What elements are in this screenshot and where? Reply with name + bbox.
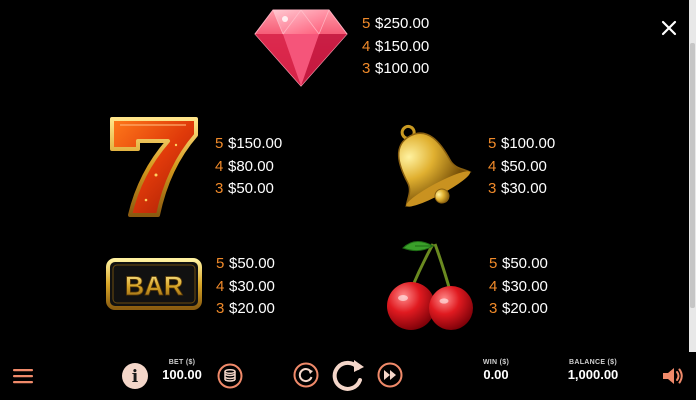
payout-count: 4 xyxy=(489,277,498,295)
payout-row: 3 $20.00 xyxy=(216,298,275,321)
close-icon xyxy=(661,20,677,36)
turbo-button[interactable] xyxy=(377,362,403,388)
payout-count: 3 xyxy=(489,300,498,317)
payout-count: 3 xyxy=(216,300,225,317)
payout-row: 5 $250.00 xyxy=(362,13,429,36)
payout-amount: $30.00 xyxy=(502,277,548,295)
info-glyph: i xyxy=(132,367,139,387)
payout-row: 3 $50.00 xyxy=(215,178,282,201)
payout-amount: $30.00 xyxy=(229,277,275,295)
bell-payouts: 5 $100.00 4 $50.00 3 $30.00 xyxy=(488,133,555,201)
seven-payouts: 5 $150.00 4 $80.00 3 $50.00 xyxy=(215,133,282,201)
spin-button[interactable] xyxy=(330,356,366,394)
balance-display: BALANCE ($) 1,000.00 xyxy=(553,358,633,383)
payout-count: 3 xyxy=(215,180,224,197)
payout-count: 4 xyxy=(362,37,371,55)
payout-count: 5 xyxy=(488,135,497,152)
bet-display: BET ($) 100.00 xyxy=(156,358,208,383)
payout-count: 5 xyxy=(489,255,498,272)
bottom-control-bar: i BET ($) 100.00 WIN ($) 0.00 BALANCE ($… xyxy=(0,352,696,400)
payout-row: 3 $30.00 xyxy=(488,178,555,201)
coin-stack-icon xyxy=(217,363,243,389)
payout-row: 4 $80.00 xyxy=(215,156,282,179)
payout-row: 3 $100.00 xyxy=(362,58,429,81)
payout-amount: $30.00 xyxy=(501,180,547,197)
scrollbar-thumb[interactable] xyxy=(690,43,695,308)
diamond-symbol-icon xyxy=(254,9,348,87)
scrollbar[interactable] xyxy=(689,0,696,352)
balance-label: BALANCE ($) xyxy=(568,359,618,366)
payout-row: 4 $30.00 xyxy=(216,276,275,299)
autoplay-button[interactable] xyxy=(293,362,319,388)
menu-icon xyxy=(13,369,33,384)
bell-symbol-icon xyxy=(397,124,472,208)
payout-count: 4 xyxy=(488,157,497,175)
payout-amount: $150.00 xyxy=(375,37,430,55)
payout-amount: $100.00 xyxy=(375,60,430,77)
win-label: WIN ($) xyxy=(482,359,510,366)
payout-amount: $20.00 xyxy=(229,300,275,317)
payout-amount: $100.00 xyxy=(501,135,556,152)
bar-symbol-label: BAR xyxy=(125,271,184,301)
payout-row: 4 $50.00 xyxy=(488,156,555,179)
payout-amount: $50.00 xyxy=(229,255,275,272)
payout-amount: $80.00 xyxy=(228,157,274,175)
payout-row: 5 $50.00 xyxy=(489,253,548,276)
payout-count: 4 xyxy=(215,157,224,175)
paytable-screen: 5 $250.00 4 $150.00 3 $100.00 5 $150.00 4 $80… xyxy=(0,0,696,400)
payout-row: 5 $50.00 xyxy=(216,253,275,276)
payout-row: 3 $20.00 xyxy=(489,298,548,321)
bet-value: 100.00 xyxy=(162,367,202,382)
bar-symbol-icon: BAR xyxy=(106,258,202,310)
payout-row: 5 $100.00 xyxy=(488,133,555,156)
payout-amount: $50.00 xyxy=(502,255,548,272)
spin-icon xyxy=(332,360,364,391)
balance-value: 1,000.00 xyxy=(567,367,619,382)
replay-icon xyxy=(293,362,319,388)
cherry-payouts: 5 $50.00 4 $30.00 3 $20.00 xyxy=(489,253,548,321)
cherry-symbol-icon xyxy=(387,241,473,330)
info-icon: i xyxy=(122,363,148,389)
payout-count: 5 xyxy=(216,255,225,272)
payout-count: 4 xyxy=(216,277,225,295)
payout-amount: $50.00 xyxy=(501,157,547,175)
payout-amount: $20.00 xyxy=(502,300,548,317)
bet-settings-button[interactable] xyxy=(217,363,243,389)
payout-count: 3 xyxy=(488,180,497,197)
win-value: 0.00 xyxy=(483,367,509,382)
sound-icon xyxy=(663,368,683,384)
bet-label: BET ($) xyxy=(168,359,196,366)
payout-count: 5 xyxy=(215,135,224,152)
bar-payouts: 5 $50.00 4 $30.00 3 $20.00 xyxy=(216,253,275,321)
payout-row: 5 $150.00 xyxy=(215,133,282,156)
payout-amount: $50.00 xyxy=(228,180,274,197)
payout-row: 4 $150.00 xyxy=(362,36,429,59)
win-display: WIN ($) 0.00 xyxy=(470,358,522,383)
diamond-payouts: 5 $250.00 4 $150.00 3 $100.00 xyxy=(362,13,429,81)
menu-button[interactable] xyxy=(12,366,34,386)
sound-button[interactable] xyxy=(661,365,685,387)
payout-row: 4 $30.00 xyxy=(489,276,548,299)
info-button[interactable]: i xyxy=(121,362,149,390)
payout-amount: $150.00 xyxy=(228,135,283,152)
payout-count: 5 xyxy=(362,15,371,32)
payout-amount: $250.00 xyxy=(375,15,430,32)
seven-symbol-icon xyxy=(110,117,198,217)
fast-forward-icon xyxy=(377,362,403,388)
payout-count: 3 xyxy=(362,60,371,77)
close-button[interactable] xyxy=(658,17,680,39)
